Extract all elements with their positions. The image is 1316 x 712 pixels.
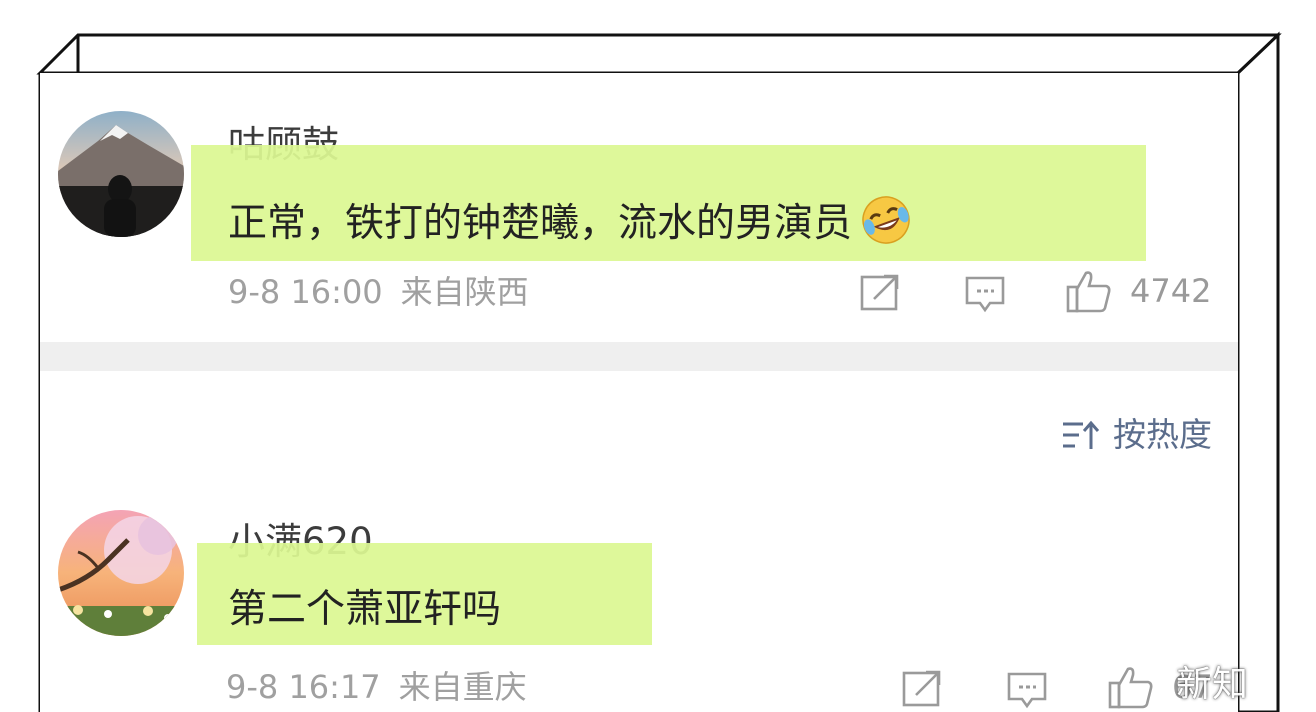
comment-icon: [1007, 672, 1047, 709]
avatar[interactable]: [58, 111, 184, 237]
share-button[interactable]: [902, 669, 942, 707]
blossom-tree-avatar-icon: [58, 510, 184, 636]
timestamp: 9-8 16:17: [226, 668, 381, 706]
comment-icon: [965, 276, 1005, 313]
avatar[interactable]: [58, 510, 184, 636]
laugh-cry-emoji-icon: [862, 196, 910, 244]
section-divider: [40, 342, 1238, 371]
thumbs-up-icon: [1108, 667, 1153, 709]
like-button[interactable]: 4742: [1066, 269, 1211, 313]
comment-text: 正常，铁打的钟楚曦，流水的男演员: [228, 194, 912, 246]
comment-text: 第二个萧亚轩吗: [228, 587, 502, 632]
reply-button[interactable]: [964, 275, 1006, 313]
timestamp: 9-8 16:00: [228, 273, 383, 311]
sort-label: 按热度: [1113, 415, 1212, 454]
sort-icon: [1063, 420, 1099, 449]
mountain-silhouette-avatar-icon: [58, 111, 184, 237]
share-icon: [860, 274, 899, 311]
share-icon: [902, 670, 941, 707]
comment-meta: 9-8 16:00 来自陕西: [228, 276, 529, 308]
comment-meta: 9-8 16:17 来自重庆: [226, 671, 527, 703]
comment-text-body: 正常，铁打的钟楚曦，流水的男演员: [228, 201, 853, 246]
location: 来自陕西: [400, 273, 529, 311]
share-button[interactable]: [860, 273, 900, 311]
location: 来自重庆: [398, 668, 527, 706]
reply-button[interactable]: [1006, 671, 1048, 709]
thumbs-up-icon: [1066, 271, 1111, 313]
watermark: 新知: [1176, 664, 1249, 705]
like-count: 4742: [1130, 272, 1212, 310]
sort-by-popularity-button[interactable]: 按热度: [1061, 418, 1212, 451]
comment-panel: 咕顾鼓 正常，铁打的钟楚曦，流水的男演员 9-8 16:00来自陕西: [40, 73, 1238, 712]
